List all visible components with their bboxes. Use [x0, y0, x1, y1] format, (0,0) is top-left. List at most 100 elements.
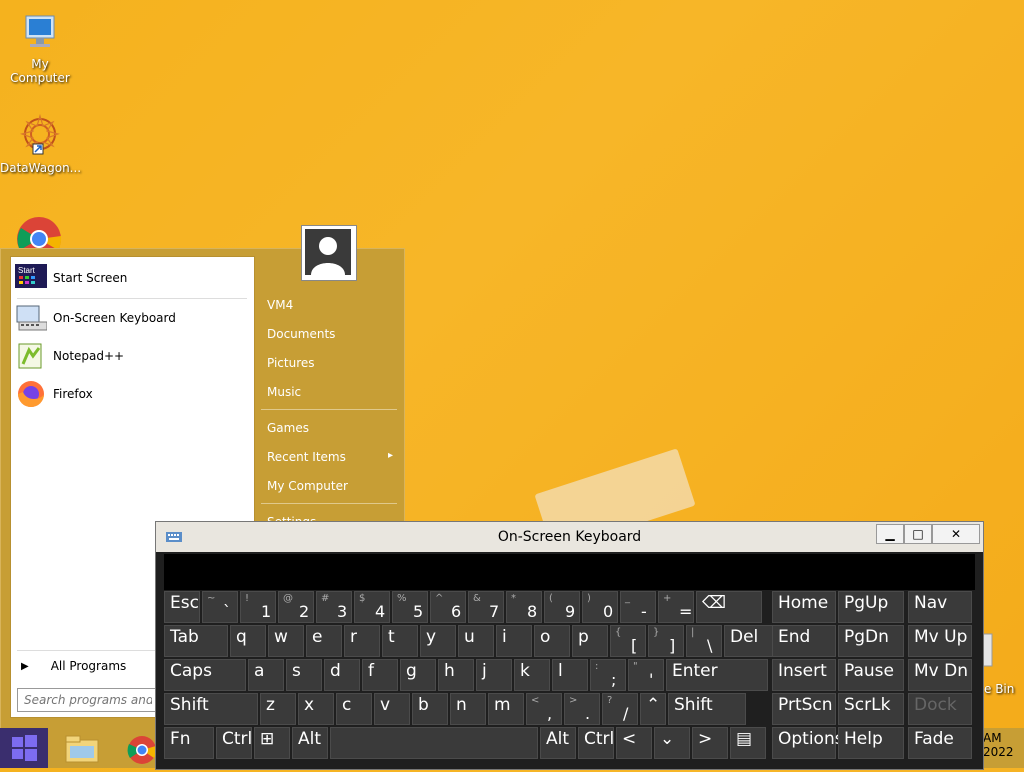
key-c[interactable]: c	[336, 693, 372, 725]
title-bar[interactable]: On-Screen Keyboard ▁ □ ✕	[156, 522, 983, 552]
key-alt[interactable]: Alt	[292, 727, 328, 759]
key-fade[interactable]: Fade	[908, 727, 972, 759]
key-b[interactable]: b	[412, 693, 448, 725]
key-t[interactable]: t	[382, 625, 418, 657]
key-help[interactable]: Help	[838, 727, 904, 759]
key-esc[interactable]: Esc	[164, 591, 200, 623]
start-right-games[interactable]: Games	[267, 421, 309, 435]
start-right-pictures[interactable]: Pictures	[267, 356, 315, 370]
all-programs-button[interactable]: ▶ All Programs	[21, 659, 126, 673]
key-symbol[interactable]: ▤	[730, 727, 766, 759]
key-5[interactable]: % 5	[392, 591, 428, 623]
key-caps[interactable]: Caps	[164, 659, 246, 691]
minimize-button[interactable]: ▁	[876, 524, 904, 544]
key-g[interactable]: g	[400, 659, 436, 691]
key-7[interactable]: & 7	[468, 591, 504, 623]
key-a[interactable]: a	[248, 659, 284, 691]
key-symbol[interactable]: {[	[610, 625, 646, 657]
key-4[interactable]: $4	[354, 591, 390, 623]
start-right-vm4[interactable]: VM4	[267, 298, 293, 312]
key-symbol[interactable]: " '	[628, 659, 664, 691]
key-home[interactable]: Home	[772, 591, 836, 623]
key-o[interactable]: o	[534, 625, 570, 657]
key-symbol[interactable]: ⌄	[654, 727, 690, 759]
key-z[interactable]: z	[260, 693, 296, 725]
key-p[interactable]: p	[572, 625, 608, 657]
key-pgdn[interactable]: PgDn	[838, 625, 904, 657]
start-right-documents[interactable]: Documents	[267, 327, 335, 341]
key-nav[interactable]: Nav	[908, 591, 972, 623]
key-symbol[interactable]: ⊞	[254, 727, 290, 759]
key-q[interactable]: q	[230, 625, 266, 657]
user-avatar[interactable]	[301, 225, 357, 281]
key-y[interactable]: y	[420, 625, 456, 657]
key-symbol[interactable]: >.	[564, 693, 600, 725]
start-item-start-screen[interactable]: Start Start Screen	[15, 261, 251, 295]
key-insert[interactable]: Insert	[772, 659, 836, 691]
key-options[interactable]: Options	[772, 727, 844, 759]
key-s[interactable]: s	[286, 659, 322, 691]
key-e[interactable]: e	[306, 625, 342, 657]
key-pgup[interactable]: PgUp	[838, 591, 904, 623]
start-item-notepadpp[interactable]: Notepad++	[15, 339, 251, 373]
key-space[interactable]	[330, 727, 538, 759]
key-1[interactable]: ! 1	[240, 591, 276, 623]
key-end[interactable]: End	[772, 625, 836, 657]
key-n[interactable]: n	[450, 693, 486, 725]
key-fn[interactable]: Fn	[164, 727, 214, 759]
start-right-my-computer[interactable]: My Computer	[267, 479, 348, 493]
key-alt[interactable]: Alt	[540, 727, 576, 759]
key-w[interactable]: w	[268, 625, 304, 657]
key-u[interactable]: u	[458, 625, 494, 657]
key-3[interactable]: #3	[316, 591, 352, 623]
key-tab[interactable]: Tab	[164, 625, 228, 657]
key-scrlk[interactable]: ScrLk	[838, 693, 904, 725]
key-0[interactable]: ) 0	[582, 591, 618, 623]
key-shift[interactable]: Shift	[668, 693, 746, 725]
key-enter[interactable]: Enter	[666, 659, 768, 691]
key-symbol[interactable]: _ -	[620, 591, 656, 623]
key-symbol[interactable]: <,	[526, 693, 562, 725]
search-input[interactable]	[17, 688, 159, 712]
key-prtscn[interactable]: PrtScn	[772, 693, 836, 725]
desktop-icon-datawagon[interactable]: DataWagon...	[0, 112, 81, 175]
key-symbol[interactable]: ~ `	[202, 591, 238, 623]
key-m[interactable]: m	[488, 693, 524, 725]
key-symbol[interactable]: }]	[648, 625, 684, 657]
key-x[interactable]: x	[298, 693, 334, 725]
start-right-recent-items[interactable]: Recent Items ▸	[267, 450, 393, 464]
key-ctrl[interactable]: Ctrl	[216, 727, 252, 759]
key-symbol[interactable]: + =	[658, 591, 694, 623]
start-item-firefox[interactable]: Firefox	[15, 377, 251, 411]
key-h[interactable]: h	[438, 659, 474, 691]
key-symbol[interactable]: ? /	[602, 693, 638, 725]
key-shift[interactable]: Shift	[164, 693, 258, 725]
key-k[interactable]: k	[514, 659, 550, 691]
desktop-icon-recycle-bin[interactable]: e Bin	[982, 630, 1024, 700]
key-symbol[interactable]: | \	[686, 625, 722, 657]
key-i[interactable]: i	[496, 625, 532, 657]
key-symbol[interactable]: ⌃	[640, 693, 666, 725]
taskbar-chrome[interactable]	[124, 732, 157, 770]
start-right-music[interactable]: Music	[267, 385, 301, 399]
key-symbol[interactable]: :;	[590, 659, 626, 691]
key-mv-dn[interactable]: Mv Dn	[908, 659, 972, 691]
key-6[interactable]: ^ 6	[430, 591, 466, 623]
key-r[interactable]: r	[344, 625, 380, 657]
key-mv-up[interactable]: Mv Up	[908, 625, 972, 657]
key-symbol[interactable]: <	[616, 727, 652, 759]
key-symbol[interactable]: >	[692, 727, 728, 759]
key-ctrl[interactable]: Ctrl	[578, 727, 614, 759]
key-pause[interactable]: Pause	[838, 659, 904, 691]
key-v[interactable]: v	[374, 693, 410, 725]
key-j[interactable]: j	[476, 659, 512, 691]
key-dock[interactable]: Dock	[908, 693, 972, 725]
key-2[interactable]: @2	[278, 591, 314, 623]
restore-button[interactable]: □	[904, 524, 932, 544]
close-button[interactable]: ✕	[932, 524, 980, 544]
key-d[interactable]: d	[324, 659, 360, 691]
start-button[interactable]	[0, 728, 48, 768]
key-symbol[interactable]: ⌫	[696, 591, 762, 623]
desktop-icon-my-computer[interactable]: My Computer	[0, 10, 80, 85]
clock[interactable]: AM 2022	[983, 731, 1014, 759]
